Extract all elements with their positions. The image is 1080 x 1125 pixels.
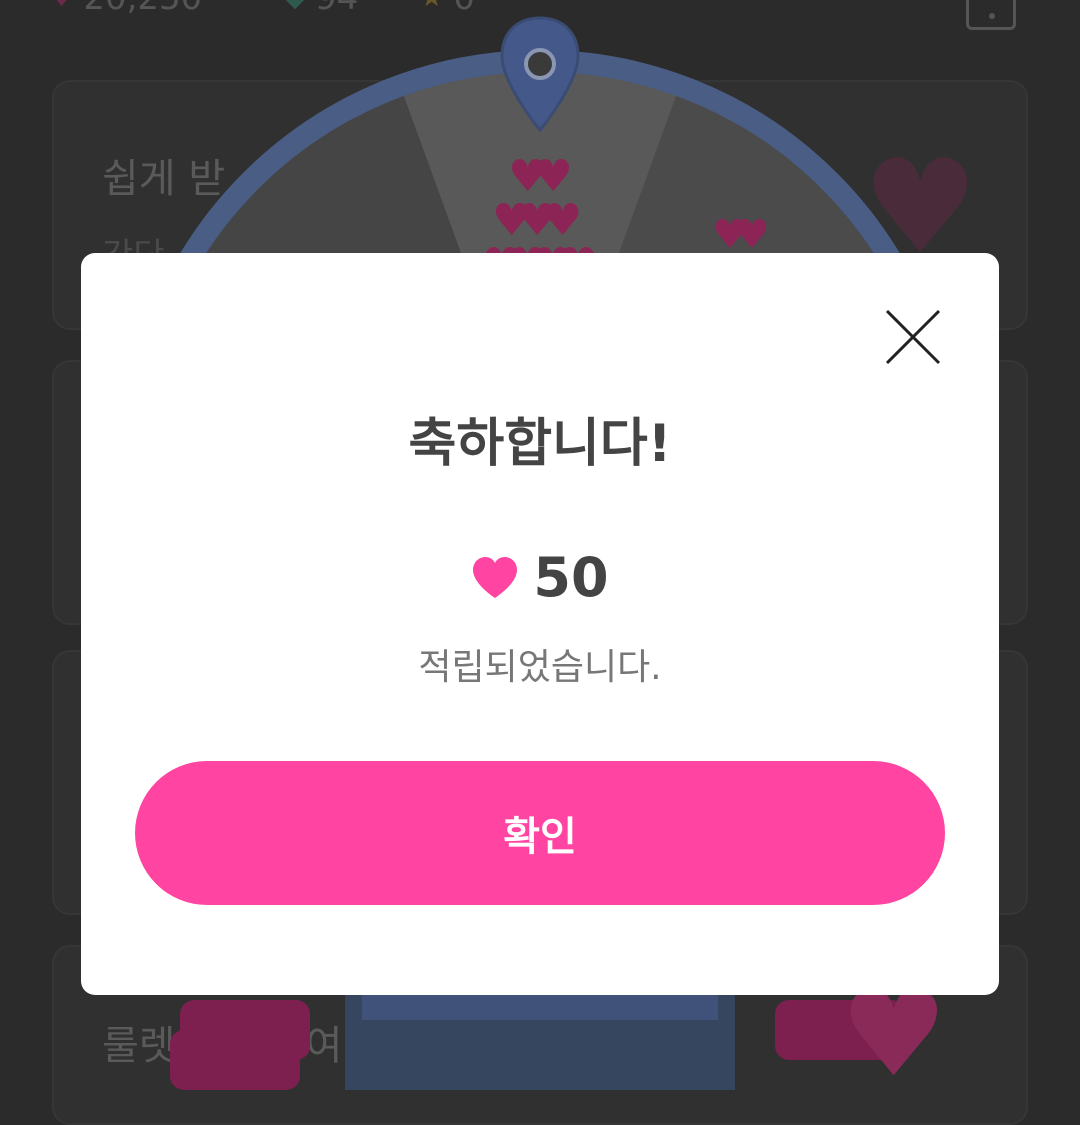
card-title: 쉽게 받 — [102, 156, 226, 202]
star-icon: ★ — [420, 0, 443, 13]
gem-icon: ◆ — [285, 0, 305, 13]
confirm-button-label: 확인 — [503, 815, 577, 859]
confirm-button[interactable]: 확인 — [135, 761, 945, 905]
reward-amount: 50 — [533, 546, 609, 609]
reward-message: 적립되었습니다. — [418, 647, 662, 688]
heart-icon — [473, 557, 518, 598]
reward-amount-row: 50 — [81, 551, 999, 605]
heart-pile-icon: ♥♥ — [712, 212, 770, 258]
close-icon — [885, 309, 941, 365]
star-balance: ★ 0 — [420, 0, 475, 18]
wheel-pointer-icon — [500, 16, 580, 133]
menu-box-icon[interactable] — [966, 0, 1016, 30]
close-button[interactable] — [881, 305, 945, 369]
dialog-title: 축하합니다! — [408, 414, 672, 474]
heart-icon: ♥ — [50, 0, 73, 13]
heart-balance: ♥ 20,250 — [50, 0, 202, 18]
reward-dialog: 축하합니다! 50 적립되었습니다. 확인 — [81, 253, 999, 995]
gem-balance: ◆ 94 — [285, 0, 358, 18]
